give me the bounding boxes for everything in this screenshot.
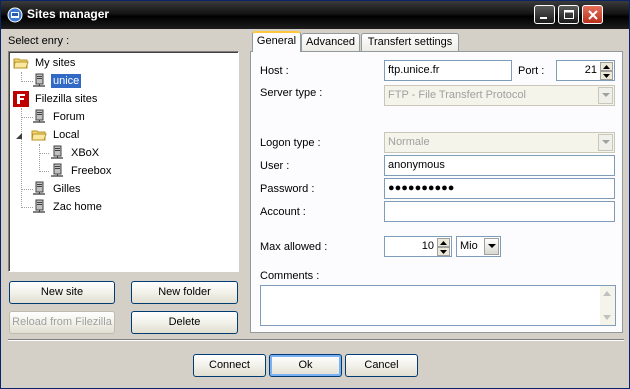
server-icon — [51, 163, 63, 177]
folder-open-icon — [13, 58, 29, 69]
arrow-up-icon — [440, 241, 447, 245]
tree-node-freebox[interactable]: Freebox — [49, 163, 113, 179]
minimize-button[interactable] — [534, 5, 555, 24]
chevron-down-icon — [488, 244, 496, 248]
minimize-icon — [540, 17, 547, 19]
user-label: User : — [260, 160, 290, 172]
app-icon — [7, 7, 23, 23]
host-field[interactable]: ftp.unice.fr — [384, 60, 512, 81]
unit-dropdown-button[interactable] — [484, 238, 499, 255]
tree-node-unice[interactable]: unice — [31, 73, 82, 89]
max-allowed-label: Max allowed : — [260, 241, 328, 253]
port-label: Port : — [518, 65, 545, 77]
arrow-down-icon — [603, 74, 610, 78]
close-icon — [588, 10, 598, 20]
tab-general[interactable]: General — [252, 31, 301, 52]
cancel-button[interactable]: Cancel — [345, 354, 418, 377]
tree-node-zac-home[interactable]: Zac home — [31, 199, 104, 215]
comments-label: Comments : — [260, 270, 320, 282]
tree-node-gilles[interactable]: Gilles — [31, 181, 83, 197]
reload-from-filezilla-button[interactable]: Reload from Filezilla — [9, 311, 115, 334]
arrow-down-icon — [440, 250, 447, 254]
port-field[interactable]: 21 — [556, 60, 615, 81]
server-icon — [33, 199, 45, 213]
server-icon — [51, 145, 63, 159]
sites-tree[interactable]: My sites unice Filezilla sites Forum Loc… — [8, 51, 239, 272]
new-folder-button[interactable]: New folder — [131, 281, 238, 304]
unit-select[interactable]: Mio — [456, 236, 501, 257]
maximize-icon — [564, 10, 574, 19]
user-field[interactable]: anonymous — [384, 155, 615, 176]
new-site-button[interactable]: New site — [9, 281, 115, 304]
scroll-up-icon[interactable] — [603, 291, 611, 296]
max-allowed-spin-down[interactable] — [437, 247, 450, 256]
tree-node-forum[interactable]: Forum — [31, 109, 87, 125]
port-spin-up[interactable] — [600, 62, 613, 71]
account-field[interactable] — [384, 201, 615, 222]
close-button[interactable] — [582, 5, 603, 24]
password-field[interactable]: ●●●●●●●●●● — [384, 178, 615, 199]
logon-type-dropdown-button — [598, 134, 613, 151]
server-icon — [33, 181, 45, 195]
connect-button[interactable]: Connect — [193, 354, 266, 377]
sites-manager-window: Sites manager Select enry : My sites uni… — [0, 0, 630, 389]
server-icon — [33, 109, 45, 123]
tree-node-filezilla-sites[interactable]: Filezilla sites — [13, 91, 99, 107]
port-spin-down[interactable] — [600, 71, 613, 80]
separator — [8, 339, 624, 341]
window-title: Sites manager — [27, 7, 110, 21]
folder-open-icon — [31, 130, 47, 141]
chevron-down-icon — [602, 93, 610, 97]
server-type-label: Server type : — [260, 87, 323, 99]
scroll-down-icon[interactable] — [603, 315, 611, 320]
maximize-button[interactable] — [558, 5, 579, 24]
chevron-down-icon — [602, 140, 610, 144]
tree-node-local[interactable]: Local — [31, 127, 81, 143]
tab-transfert-settings[interactable]: Transfert settings — [361, 33, 459, 51]
max-allowed-spin-up[interactable] — [437, 238, 450, 247]
server-type-select: FTP - File Transfert Protocol — [384, 85, 615, 106]
expand-arrow-icon[interactable] — [15, 132, 23, 140]
ok-button[interactable]: Ok — [269, 354, 342, 377]
logon-type-label: Logon type : — [260, 137, 321, 149]
server-icon — [33, 73, 45, 87]
tree-node-my-sites[interactable]: My sites — [13, 55, 77, 71]
title-bar[interactable]: Sites manager — [1, 1, 629, 29]
max-allowed-value: 10 — [421, 240, 434, 252]
comments-scrollbar[interactable] — [600, 286, 615, 325]
delete-button[interactable]: Delete — [131, 311, 238, 334]
tree-node-xbox[interactable]: XBoX — [49, 145, 101, 161]
arrow-up-icon — [603, 65, 610, 69]
comments-textarea[interactable] — [260, 285, 616, 326]
password-label: Password : — [260, 183, 315, 195]
port-value: 21 — [584, 64, 597, 76]
tab-advanced[interactable]: Advanced — [301, 33, 360, 51]
server-type-dropdown-button — [598, 87, 613, 104]
logon-type-select: Normale — [384, 132, 615, 153]
max-allowed-field[interactable]: 10 — [384, 236, 452, 257]
account-label: Account : — [260, 206, 306, 218]
select-entry-label: Select enry : — [8, 35, 70, 47]
host-label: Host : — [260, 65, 289, 77]
filezilla-icon — [13, 91, 29, 107]
